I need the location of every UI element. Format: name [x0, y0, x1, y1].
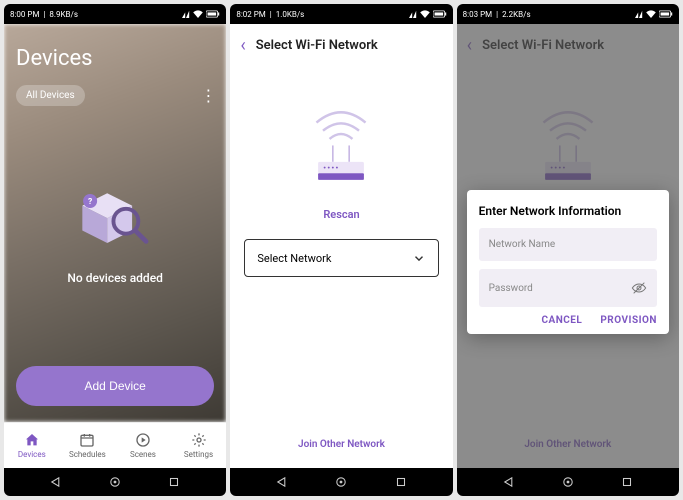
status-speed: 8.9KB/s — [49, 10, 78, 19]
screen-network-dialog: 8:03 PM | 2.2KB/s ‹ Select Wi-Fi Network — [457, 4, 679, 496]
join-other-network-link[interactable]: Join Other Network — [298, 439, 385, 450]
tab-scenes[interactable]: Scenes — [115, 423, 171, 468]
status-icons — [182, 10, 220, 18]
status-speed: 1.0KB/s — [276, 10, 305, 19]
status-speed: 2.2KB/s — [502, 10, 531, 19]
add-device-button[interactable]: Add Device — [16, 366, 214, 406]
dialog-title: Enter Network Information — [479, 204, 657, 218]
status-icons — [409, 10, 447, 18]
provision-button[interactable]: PROVISION — [600, 315, 657, 326]
calendar-icon — [79, 432, 95, 448]
router-icon — [291, 98, 391, 188]
status-bar: 8:02 PM | 1.0KB/s — [230, 4, 452, 24]
nav-back-icon[interactable] — [502, 475, 516, 489]
network-name-field[interactable]: Network Name — [479, 228, 657, 261]
empty-devices-icon: ? — [75, 187, 155, 257]
rescan-button[interactable]: Rescan — [323, 208, 359, 221]
play-icon — [135, 432, 151, 448]
network-info-dialog: Enter Network Information Network Name P… — [467, 190, 669, 334]
status-icons — [635, 10, 673, 18]
more-menu-icon[interactable]: ⋮ — [200, 86, 214, 105]
tab-schedules[interactable]: Schedules — [60, 423, 116, 468]
nav-recent-icon[interactable] — [167, 475, 181, 489]
home-icon — [24, 432, 40, 448]
select-network-label: Select Network — [257, 252, 331, 265]
status-bar: 8:03 PM | 2.2KB/s — [457, 4, 679, 24]
nav-recent-icon[interactable] — [394, 475, 408, 489]
password-field[interactable]: Password — [479, 269, 657, 307]
tab-settings[interactable]: Settings — [171, 423, 227, 468]
status-time: 8:00 PM — [10, 10, 39, 19]
empty-state-text: No devices added — [67, 271, 162, 285]
android-navbar — [457, 468, 679, 496]
header-title: Select Wi-Fi Network — [256, 38, 378, 53]
status-bar: 8:00 PM | 8.9KB/s — [4, 4, 226, 24]
svg-text:?: ? — [88, 197, 92, 207]
android-navbar — [4, 468, 226, 496]
cancel-button[interactable]: CANCEL — [541, 315, 582, 326]
nav-back-icon[interactable] — [49, 475, 63, 489]
filter-chip-all[interactable]: All Devices — [16, 85, 85, 106]
screen-select-wifi: 8:02 PM | 1.0KB/s ‹ Select Wi-Fi Network — [230, 4, 452, 496]
gear-icon — [191, 432, 207, 448]
nav-home-icon[interactable] — [561, 475, 575, 489]
nav-home-icon[interactable] — [108, 475, 122, 489]
bottom-nav: Devices Schedules Scenes Settings — [4, 422, 226, 468]
android-navbar — [230, 468, 452, 496]
nav-back-icon[interactable] — [275, 475, 289, 489]
select-network-dropdown[interactable]: Select Network — [244, 239, 438, 277]
screen-devices: 8:00 PM | 8.9KB/s Devices All Devices ⋮ — [4, 4, 226, 496]
nav-recent-icon[interactable] — [620, 475, 634, 489]
back-button[interactable]: ‹ — [240, 35, 245, 56]
chevron-down-icon — [412, 251, 426, 265]
nav-home-icon[interactable] — [334, 475, 348, 489]
status-time: 8:03 PM — [463, 10, 492, 19]
page-title: Devices — [16, 46, 214, 71]
header: ‹ Select Wi-Fi Network — [230, 24, 452, 66]
tab-devices[interactable]: Devices — [4, 423, 60, 468]
visibility-off-icon[interactable] — [631, 280, 647, 296]
status-time: 8:02 PM — [236, 10, 265, 19]
